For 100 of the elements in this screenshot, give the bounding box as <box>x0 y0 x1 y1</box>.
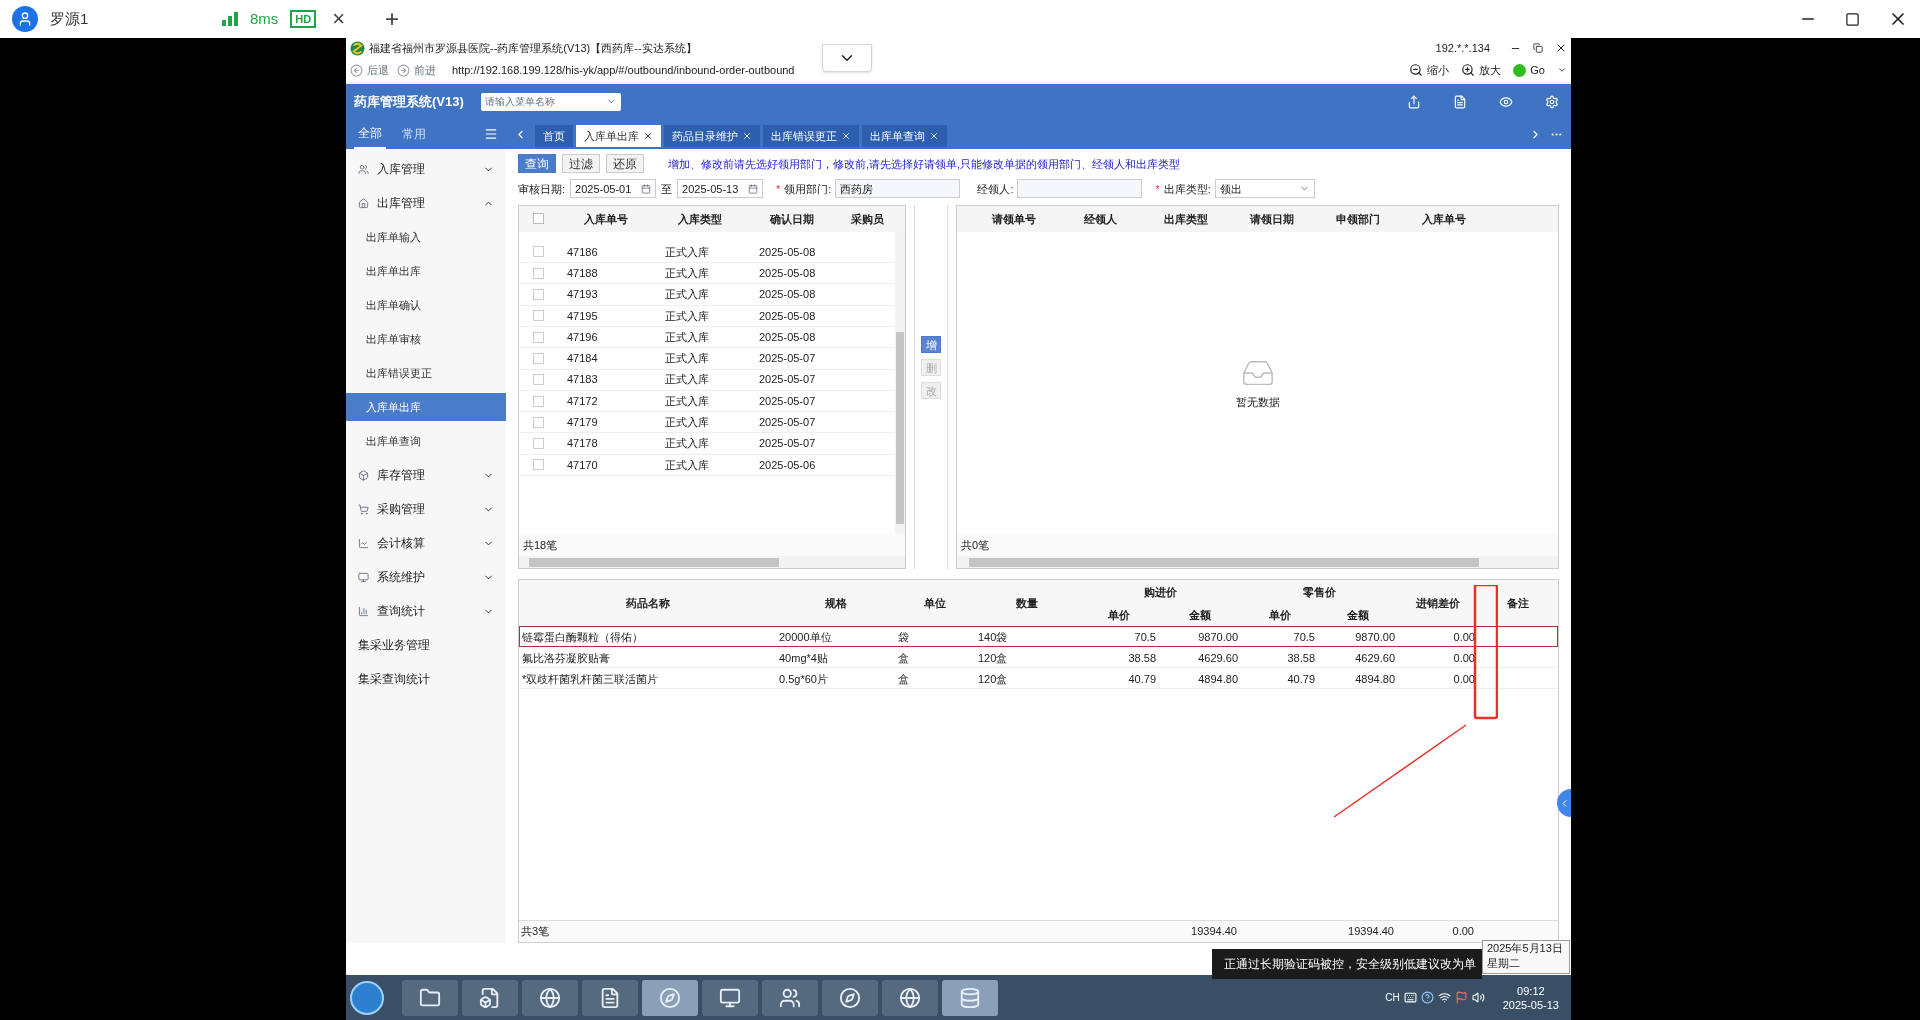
menu-icon[interactable] <box>484 127 498 141</box>
close-tab-icon[interactable] <box>841 131 851 141</box>
help-icon[interactable] <box>1420 991 1434 1004</box>
signal-icon <box>222 12 238 26</box>
taskbar-app-icon[interactable] <box>462 979 518 1016</box>
sidebar-menu-item[interactable]: 集采业务管理 <box>346 628 506 662</box>
side-button[interactable]: 增 <box>921 335 941 353</box>
sidebar-menu-item[interactable]: 出库管理 <box>346 186 506 220</box>
row-checkbox[interactable] <box>533 310 544 322</box>
clock-time: 09:12 <box>1517 983 1545 998</box>
volume-icon[interactable] <box>1471 991 1485 1004</box>
language-indicator[interactable]: CH <box>1385 990 1400 1005</box>
restore-icon[interactable] <box>1533 43 1543 53</box>
row-checkbox[interactable] <box>533 352 544 364</box>
row-checkbox[interactable] <box>533 374 544 386</box>
zoom-in-button[interactable]: 放大 <box>1479 61 1502 79</box>
network-icon[interactable] <box>1437 991 1451 1004</box>
page-tab[interactable]: 出库错误更正 <box>763 125 859 147</box>
page-tab[interactable]: 入库单出库 <box>576 125 661 147</box>
row-checkbox[interactable] <box>533 416 544 428</box>
sidebar-submenu-item[interactable]: 出库单审核 <box>346 325 506 353</box>
row-checkbox[interactable] <box>533 459 544 471</box>
row-checkbox[interactable] <box>533 246 544 258</box>
taskbar-app-icon[interactable] <box>522 979 578 1016</box>
sidebar-submenu-item[interactable]: 出库单确认 <box>346 291 506 319</box>
sidebar-menu-item[interactable]: 查询统计 <box>346 594 506 628</box>
sidebar-menu-item[interactable]: 入库管理 <box>346 152 506 186</box>
table-row[interactable]: *双歧杆菌乳杆菌三联活菌片 0.5g*60片 盒 120盒 40.79 4894.80 40.79 4894.80 0.00 <box>519 668 1558 690</box>
sidebar-menu-item[interactable]: 集采查询统计 <box>346 662 506 696</box>
start-button[interactable] <box>350 980 384 1015</box>
avatar-icon <box>12 6 38 32</box>
taskbar-app-icon[interactable] <box>402 979 458 1016</box>
eye-icon[interactable] <box>1499 94 1513 109</box>
toolbar-button[interactable]: 过滤 <box>562 154 600 174</box>
keyboard-icon[interactable] <box>1403 991 1417 1004</box>
table-cell-text: 袋 <box>897 629 910 645</box>
export-icon[interactable] <box>1407 94 1421 109</box>
close-tab-icon[interactable] <box>929 131 939 141</box>
vertical-scrollbar[interactable] <box>895 231 905 535</box>
zoom-out-button[interactable]: 缩小 <box>1427 61 1450 79</box>
taskbar-app-icon[interactable] <box>642 979 698 1016</box>
table-row[interactable]: 氟比洛芬凝胶贴膏 40mg*4贴 盒 120盒 38.58 4629.60 38.58 4629.60 0.00 <box>519 647 1558 669</box>
sidebar-submenu-item[interactable]: 出库单输入 <box>346 223 506 251</box>
table-row[interactable]: 链霉蛋白酶颗粒（得佑） 20000单位 袋 140袋 70.5 9870.00 70.5 9870.00 0.00 <box>519 626 1558 648</box>
horizontal-scrollbar[interactable] <box>519 556 905 569</box>
close-tab-icon[interactable] <box>742 131 752 141</box>
field-label: 至 <box>661 181 673 197</box>
sidebar-menu-item[interactable]: 采购管理 <box>346 492 506 526</box>
sidebar-submenu-item[interactable]: 出库单出库 <box>346 257 506 285</box>
sidebar-tab[interactable]: 常用 <box>398 119 430 149</box>
sidebar-menu-item[interactable]: 库存管理 <box>346 458 506 492</box>
url-field[interactable]: http://192.168.199.128/his-yk/app/#/outbound/inbound-order-outbound <box>452 61 1052 79</box>
taskbar-app-icon[interactable] <box>942 979 998 1016</box>
table-cell-text: 4629.60 <box>1197 650 1239 666</box>
close-tab-button[interactable]: × <box>328 8 350 30</box>
header-checkbox[interactable] <box>533 213 544 225</box>
date-to-field[interactable]: 2025-05-13 <box>677 179 764 199</box>
settings-icon[interactable] <box>1545 94 1559 109</box>
taskbar-app-icon[interactable] <box>882 979 938 1016</box>
toolbar-button[interactable]: 还原 <box>606 154 644 174</box>
sidebar-submenu-item[interactable]: 出库单查询 <box>346 427 506 455</box>
sidebar-menu-item[interactable]: 系统维护 <box>346 560 506 594</box>
close-tab-icon[interactable] <box>643 131 653 141</box>
taskbar-app-icon[interactable] <box>822 979 878 1016</box>
table-cell-text: 2025-05-07 <box>758 436 817 452</box>
row-checkbox[interactable] <box>533 289 544 301</box>
forward-button[interactable]: 前进 <box>414 61 436 79</box>
horizontal-scrollbar[interactable] <box>957 556 1558 569</box>
close-icon[interactable] <box>1555 42 1567 54</box>
row-checkbox[interactable] <box>533 395 544 407</box>
sidebar-submenu-item[interactable]: 入库单出库 <box>346 393 506 421</box>
input-field[interactable]: 西药房 <box>835 179 961 199</box>
toolbar-button[interactable]: 查询 <box>518 154 556 174</box>
table-cell-text: 正式入库 <box>664 457 710 473</box>
maximize-icon[interactable] <box>1845 11 1860 27</box>
dropdown-icon[interactable] <box>1557 65 1567 75</box>
date-from-field[interactable]: 2025-05-01 <box>570 179 657 199</box>
taskbar-app-icon[interactable] <box>582 979 638 1016</box>
input-field[interactable] <box>1017 179 1143 199</box>
taskbar-app-icon[interactable] <box>702 979 758 1016</box>
row-checkbox[interactable] <box>533 331 544 343</box>
go-button[interactable]: Go <box>1530 61 1545 79</box>
row-checkbox[interactable] <box>533 438 544 450</box>
sidebar-menu-item[interactable]: 会计核算 <box>346 526 506 560</box>
select-field[interactable]: 领出 <box>1214 179 1315 199</box>
taskbar-app-icon[interactable] <box>762 979 818 1016</box>
new-tab-button[interactable]: + <box>377 7 408 31</box>
calendar-icon[interactable] <box>748 183 759 194</box>
page-tab[interactable]: 首页 <box>535 125 573 147</box>
calendar-icon[interactable] <box>641 183 652 194</box>
back-button[interactable]: 后退 <box>367 61 389 79</box>
menu-search-field[interactable]: 请输入菜单名称 <box>481 92 621 111</box>
table-cell-text: 4894.80 <box>1354 671 1396 687</box>
page-tab[interactable]: 出库单查询 <box>862 125 947 147</box>
table-cell-text: 正式入库 <box>664 351 710 367</box>
table-cell-text: *双歧杆菌乳杆菌三联活菌片 <box>521 671 660 687</box>
row-checkbox[interactable] <box>533 267 544 279</box>
sidebar-submenu-item[interactable]: 出库错误更正 <box>346 359 506 387</box>
document-icon[interactable] <box>1453 94 1467 109</box>
page-tab[interactable]: 药品目录维护 <box>664 125 760 147</box>
